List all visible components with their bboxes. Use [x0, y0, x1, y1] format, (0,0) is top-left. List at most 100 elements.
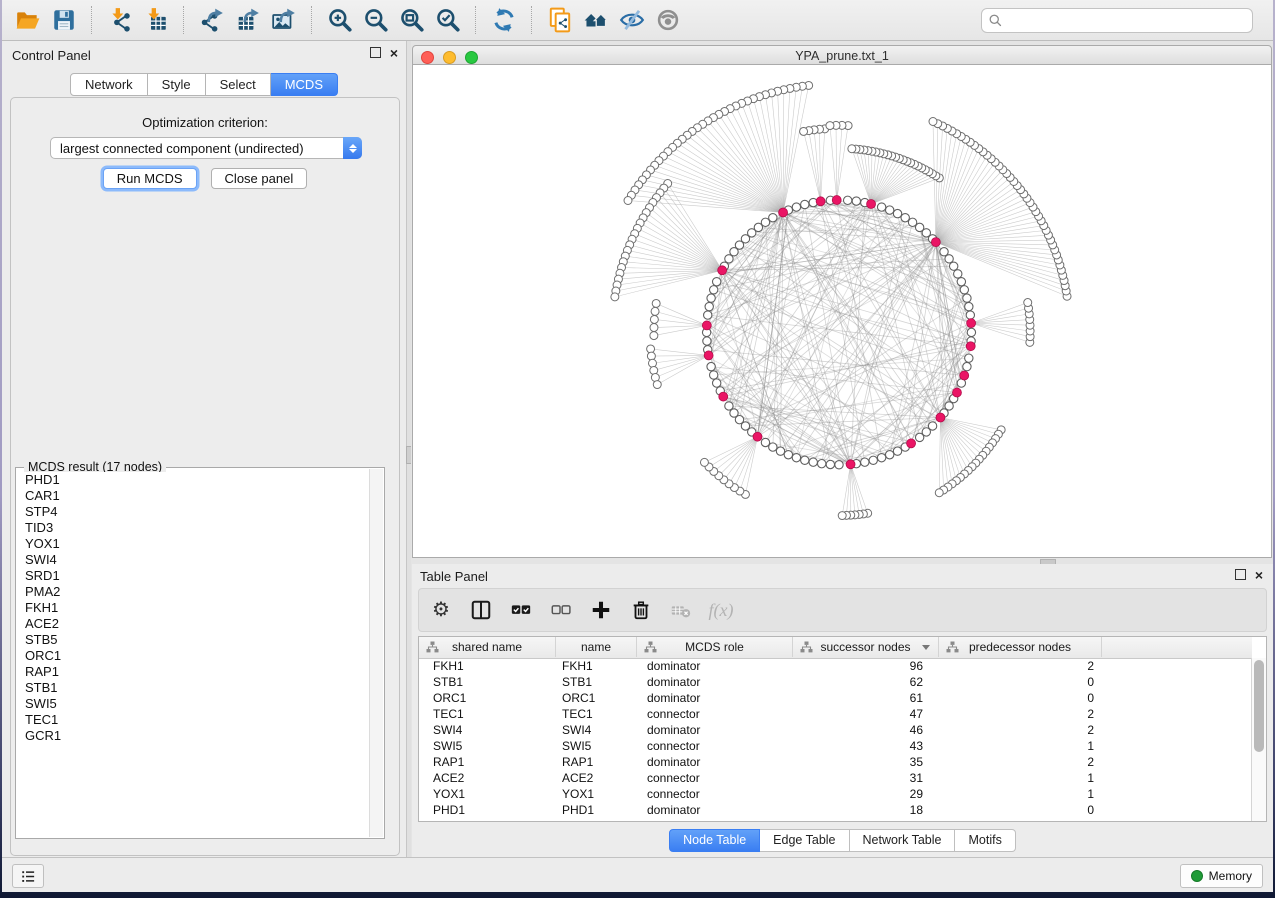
- show-all-icon[interactable]: [653, 5, 683, 35]
- hide-selected-icon[interactable]: [617, 5, 647, 35]
- column-header-shared-name[interactable]: shared name: [419, 637, 556, 657]
- tab-select[interactable]: Select: [206, 73, 271, 96]
- table-row[interactable]: TEC1TEC1connector472: [419, 706, 1252, 722]
- zoom-fit-icon[interactable]: [397, 5, 427, 35]
- cell-name: PHD1: [556, 802, 637, 818]
- run-mcds-button[interactable]: Run MCDS: [103, 168, 197, 189]
- mcds-result-item[interactable]: TEC1: [17, 712, 370, 728]
- tab-node-table[interactable]: Node Table: [669, 829, 760, 852]
- cell-name: RAP1: [556, 754, 637, 770]
- delete-icon[interactable]: [629, 598, 653, 622]
- mcds-result-item[interactable]: YOX1: [17, 536, 370, 552]
- mcds-node[interactable]: [936, 413, 945, 422]
- mcds-node[interactable]: [816, 197, 825, 206]
- columns-icon[interactable]: [469, 598, 493, 622]
- deselect-all-icon[interactable]: [549, 598, 573, 622]
- table-scrollbar[interactable]: [1251, 658, 1266, 821]
- mcds-node[interactable]: [719, 392, 728, 401]
- mcds-result-item[interactable]: ORC1: [17, 648, 370, 664]
- mcds-node[interactable]: [702, 321, 711, 330]
- mcds-result-item[interactable]: STB1: [17, 680, 370, 696]
- tab-mcds[interactable]: MCDS: [271, 73, 338, 96]
- table-row[interactable]: SWI4SWI4dominator462: [419, 722, 1252, 738]
- mcds-result-item[interactable]: STB5: [17, 632, 370, 648]
- mcds-node[interactable]: [931, 238, 940, 247]
- table-row[interactable]: STB1STB1dominator620: [419, 674, 1252, 690]
- memory-status-icon: [1191, 870, 1203, 882]
- mcds-node[interactable]: [832, 196, 841, 205]
- mcds-result-item[interactable]: TID3: [17, 520, 370, 536]
- table-row[interactable]: ORC1ORC1dominator610: [419, 690, 1252, 706]
- select-all-icon[interactable]: [509, 598, 533, 622]
- tab-motifs[interactable]: Motifs: [955, 829, 1015, 852]
- close-panel-button[interactable]: Close panel: [211, 168, 308, 189]
- import-table-icon[interactable]: [141, 5, 171, 35]
- table-row[interactable]: ACE2ACE2connector311: [419, 770, 1252, 786]
- search-input[interactable]: [1007, 13, 1246, 29]
- add-icon[interactable]: [589, 598, 613, 622]
- import-network-icon[interactable]: [105, 5, 135, 35]
- table-row[interactable]: YOX1YOX1connector291: [419, 786, 1252, 802]
- export-image-icon[interactable]: [269, 5, 299, 35]
- mcds-node[interactable]: [952, 388, 961, 397]
- mcds-node[interactable]: [966, 342, 975, 351]
- zoom-out-icon[interactable]: [361, 5, 391, 35]
- network-window-titlebar[interactable]: YPA_prune.txt_1: [412, 45, 1272, 65]
- tab-network[interactable]: Network: [70, 73, 148, 96]
- first-neighbors-icon[interactable]: [581, 5, 611, 35]
- float-panel-icon[interactable]: [370, 47, 381, 58]
- gear-icon[interactable]: ⚙: [429, 598, 453, 622]
- tab-edge-table[interactable]: Edge Table: [760, 829, 849, 852]
- column-header-name[interactable]: name: [556, 637, 637, 657]
- table-row[interactable]: FKH1FKH1dominator962: [419, 658, 1252, 674]
- float-panel-icon[interactable]: [1235, 569, 1246, 580]
- mcds-node[interactable]: [967, 319, 976, 328]
- close-panel-icon[interactable]: ×: [390, 48, 398, 58]
- zoom-selected-icon[interactable]: [433, 5, 463, 35]
- task-history-button[interactable]: [12, 864, 44, 888]
- scrollbar-thumb[interactable]: [1254, 660, 1264, 752]
- mcds-node[interactable]: [960, 371, 969, 380]
- mcds-result-item[interactable]: SWI4: [17, 552, 370, 568]
- mcds-result-item[interactable]: GCR1: [17, 728, 370, 744]
- mcds-node[interactable]: [753, 432, 762, 441]
- network-graph[interactable]: [413, 65, 1271, 557]
- mcds-result-item[interactable]: SRD1: [17, 568, 370, 584]
- export-network-icon[interactable]: [197, 5, 227, 35]
- mcds-result-item[interactable]: FKH1: [17, 600, 370, 616]
- mcds-result-item[interactable]: CAR1: [17, 488, 370, 504]
- mcds-node[interactable]: [846, 460, 855, 469]
- zoom-in-icon[interactable]: [325, 5, 355, 35]
- open-icon[interactable]: [13, 5, 43, 35]
- new-network-from-selection-icon[interactable]: [545, 5, 575, 35]
- table-row[interactable]: SWI5SWI5connector431: [419, 738, 1252, 754]
- mcds-node[interactable]: [907, 439, 916, 448]
- memory-button[interactable]: Memory: [1180, 864, 1263, 888]
- optimization-criterion-dropdown[interactable]: largest connected component (undirected): [50, 137, 362, 159]
- table-row[interactable]: PHD1PHD1dominator180: [419, 802, 1252, 818]
- close-panel-icon[interactable]: ×: [1255, 570, 1263, 580]
- search-box[interactable]: [981, 8, 1253, 33]
- mcds-node[interactable]: [779, 208, 788, 217]
- mcds-node[interactable]: [718, 266, 727, 275]
- mcds-result-item[interactable]: PMA2: [17, 584, 370, 600]
- export-table-icon[interactable]: [233, 5, 263, 35]
- mcds-result-item[interactable]: ACE2: [17, 616, 370, 632]
- cell-successor-nodes: 29: [793, 786, 939, 802]
- mcds-result-item[interactable]: STP4: [17, 504, 370, 520]
- result-scrollbar[interactable]: [369, 469, 383, 837]
- mcds-result-item[interactable]: PHD1: [17, 472, 370, 488]
- refresh-icon[interactable]: [489, 5, 519, 35]
- column-header-MCDS-role[interactable]: MCDS role: [637, 637, 793, 657]
- tab-network-table[interactable]: Network Table: [850, 829, 956, 852]
- network-canvas[interactable]: [412, 65, 1272, 558]
- tab-style[interactable]: Style: [148, 73, 206, 96]
- save-icon[interactable]: [49, 5, 79, 35]
- column-header-successor-nodes[interactable]: successor nodes: [793, 637, 939, 657]
- mcds-result-item[interactable]: RAP1: [17, 664, 370, 680]
- mcds-node[interactable]: [704, 351, 713, 360]
- table-row[interactable]: RAP1RAP1dominator352: [419, 754, 1252, 770]
- mcds-node[interactable]: [867, 200, 876, 209]
- column-header-predecessor-nodes[interactable]: predecessor nodes: [939, 637, 1102, 657]
- mcds-result-item[interactable]: SWI5: [17, 696, 370, 712]
